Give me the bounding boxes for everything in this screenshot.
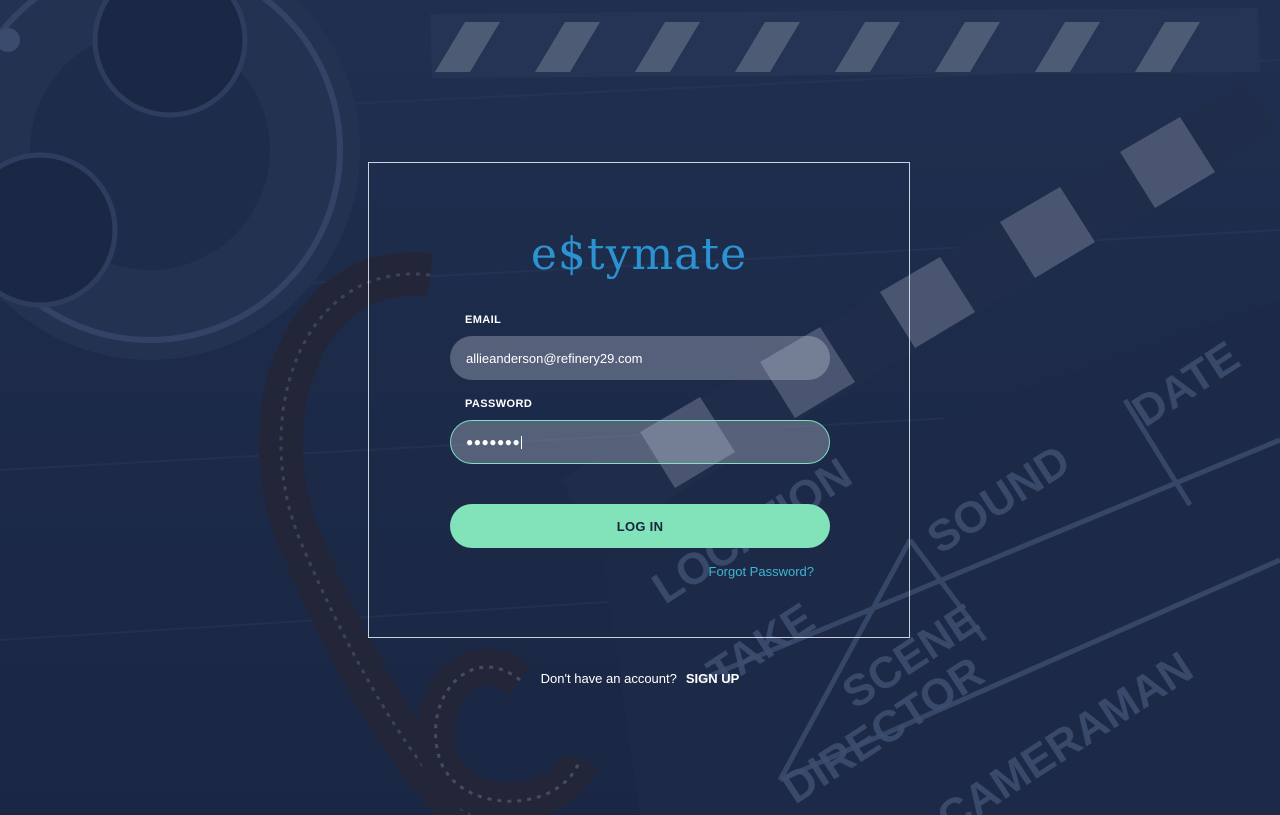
login-screen: LOCATION SOUND DATE TAKE SCENE DIRECTOR … — [0, 0, 1280, 815]
brand-logo: e$tymate — [530, 229, 748, 280]
signup-link[interactable]: SIGN UP — [686, 671, 739, 686]
login-button[interactable]: LOG IN — [450, 504, 830, 548]
text-caret — [521, 435, 523, 449]
password-value: ●●●●●●● — [466, 435, 521, 449]
email-label: EMAIL — [465, 314, 502, 326]
email-field[interactable]: allieanderson@refinery29.com — [450, 336, 830, 380]
login-card: e$tymate EMAIL allieanderson@refinery29.… — [368, 162, 910, 638]
forgot-password-link[interactable]: Forgot Password? — [709, 564, 815, 579]
password-label: PASSWORD — [465, 398, 533, 410]
email-value: allieanderson@refinery29.com — [466, 350, 643, 366]
signup-row: Don't have an account? SIGN UP — [0, 671, 1280, 686]
password-field[interactable]: ●●●●●●● — [450, 420, 830, 464]
signup-prompt: Don't have an account? — [540, 671, 677, 686]
